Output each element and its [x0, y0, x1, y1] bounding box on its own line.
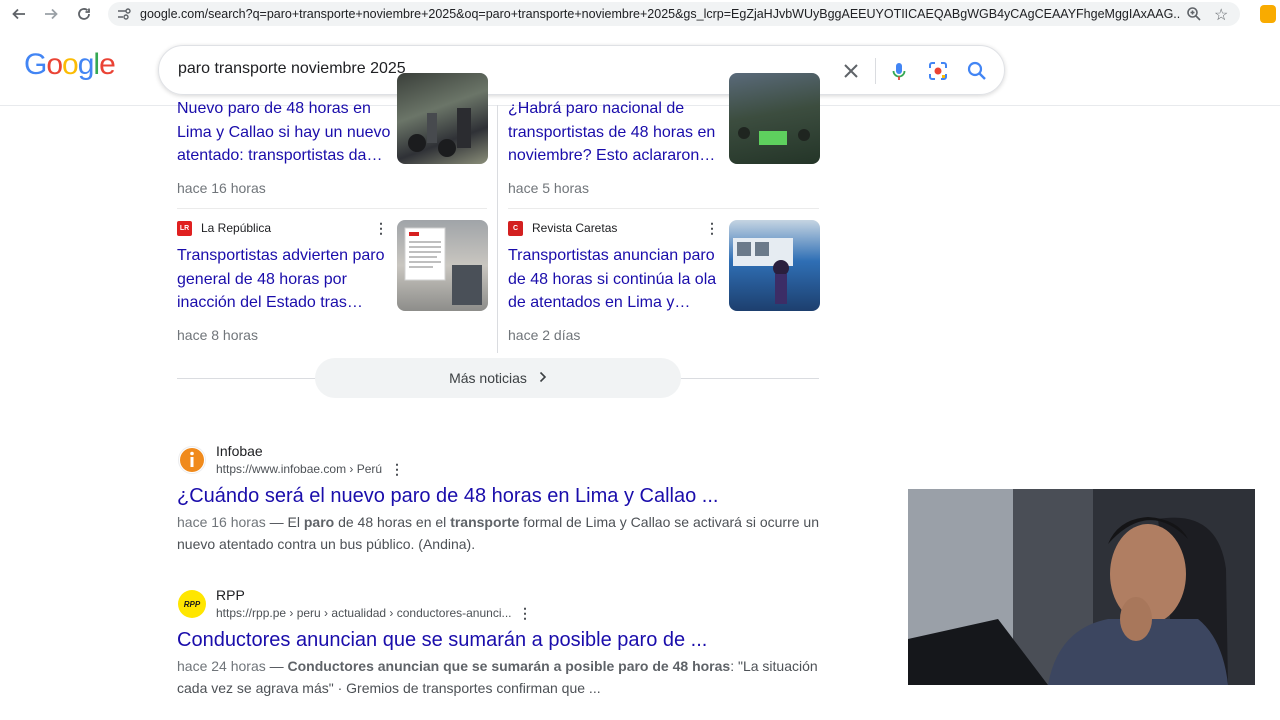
- news-title[interactable]: Transportistas advierten paro general de…: [177, 244, 392, 315]
- news-row-divider: [177, 208, 487, 209]
- reload-icon[interactable]: [73, 3, 95, 25]
- webcam-overlay: [908, 489, 1255, 685]
- news-title[interactable]: Nuevo paro de 48 horas en Lima y Callao …: [177, 97, 392, 168]
- more-options-icon[interactable]: ⋮: [374, 220, 388, 237]
- lens-camera-icon[interactable]: [927, 60, 949, 82]
- news-thumbnail-document: [397, 220, 488, 311]
- extension-icon[interactable]: [1260, 5, 1276, 23]
- search-box[interactable]: [158, 45, 1005, 95]
- news-source: Revista Caretas: [532, 221, 618, 235]
- zoom-icon[interactable]: [1186, 6, 1202, 27]
- google-logo[interactable]: Google: [24, 48, 116, 82]
- more-news-button[interactable]: Más noticias: [315, 358, 681, 398]
- search-icon[interactable]: [966, 60, 988, 82]
- news-title[interactable]: ¿Habrá paro nacional de transportistas d…: [508, 97, 723, 168]
- result-snippet: hace 24 horas — Conductores anuncian que…: [177, 658, 818, 696]
- news-row-divider: [508, 208, 819, 209]
- revista-caretas-logo: C: [508, 221, 523, 236]
- result-title-link[interactable]: Conductores anuncian que se sumarán a po…: [177, 629, 707, 652]
- news-source: La República: [201, 221, 272, 235]
- result-url[interactable]: https://rpp.pe › peru › actualidad › con…: [216, 606, 512, 620]
- news-thumbnail-motorcycles: [397, 73, 488, 164]
- bookmark-star-icon[interactable]: ☆: [1214, 5, 1228, 25]
- search-header: Google: [0, 34, 1280, 106]
- la-republica-logo: LR: [177, 221, 192, 236]
- infobae-favicon-icon: [178, 446, 206, 474]
- news-thumbnail-bus: [729, 220, 820, 311]
- logo-letter: o: [46, 48, 63, 81]
- news-time: hace 16 horas: [177, 180, 266, 196]
- url-text: google.com/search?q=paro+transporte+novi…: [140, 7, 1180, 21]
- rpp-favicon-icon: RPP: [178, 590, 206, 618]
- forward-arrow-icon[interactable]: [40, 3, 62, 25]
- result-url[interactable]: https://www.infobae.com › Perú: [216, 462, 382, 476]
- news-title[interactable]: Transportistas anuncian paro de 48 horas…: [508, 244, 723, 315]
- news-time: hace 8 horas: [177, 327, 258, 343]
- more-news-label: Más noticias: [449, 370, 527, 386]
- news-time: hace 5 horas: [508, 180, 589, 196]
- logo-letter: o: [62, 48, 79, 81]
- news-column-divider: [497, 105, 498, 353]
- more-options-icon[interactable]: ⋮: [518, 605, 532, 622]
- search-box-divider: [875, 58, 876, 84]
- logo-letter: G: [24, 48, 47, 81]
- search-input[interactable]: [178, 60, 818, 78]
- chevron-right-icon: [539, 370, 547, 386]
- more-options-icon[interactable]: ⋮: [705, 220, 719, 237]
- address-bar[interactable]: google.com/search?q=paro+transporte+novi…: [108, 2, 1240, 26]
- news-thumbnail-protest: [729, 73, 820, 164]
- news-time: hace 2 días: [508, 327, 581, 343]
- result-snippet: hace 16 horas — El paro de 48 horas en e…: [177, 514, 819, 552]
- more-options-icon[interactable]: ⋮: [390, 461, 404, 478]
- result-site-name: Infobae: [216, 443, 263, 459]
- back-arrow-icon[interactable]: [8, 3, 30, 25]
- result-site-name: RPP: [216, 587, 245, 603]
- browser-toolbar: google.com/search?q=paro+transporte+novi…: [0, 0, 1280, 28]
- logo-letter: e: [99, 48, 116, 81]
- logo-letter: g: [77, 48, 95, 81]
- clear-icon[interactable]: [840, 60, 862, 82]
- site-info-icon[interactable]: [116, 6, 132, 22]
- result-title-link[interactable]: ¿Cuándo será el nuevo paro de 48 horas e…: [177, 485, 718, 508]
- microphone-icon[interactable]: [888, 60, 910, 82]
